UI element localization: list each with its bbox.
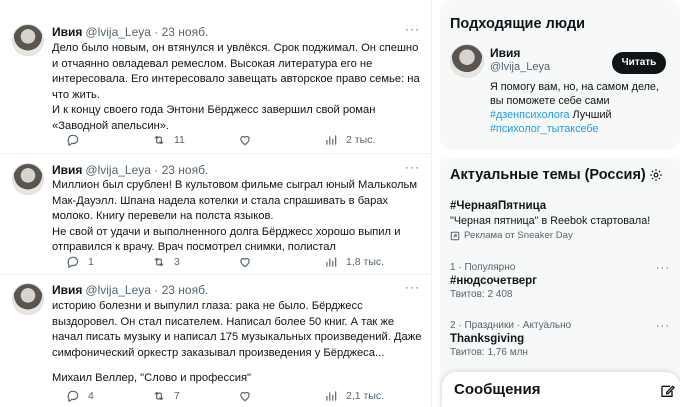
promoted-text: Реклама от Sneaker Day: [464, 230, 573, 241]
more-icon[interactable]: ···: [656, 262, 670, 274]
reply-icon: [66, 133, 80, 147]
more-icon[interactable]: ···: [405, 280, 420, 294]
user-handle[interactable]: @lvija_Leya: [490, 61, 550, 73]
avatar[interactable]: [12, 283, 44, 315]
author-handle-date[interactable]: @lvija_Leya · 23 нояб.: [85, 25, 208, 39]
views-button[interactable]: 1,8 тыс.: [324, 255, 410, 269]
tweet-actions: 11 2 тыс.: [66, 133, 410, 147]
trend-item[interactable]: 2 · Праздники · Актуально Thanksgiving Т…: [450, 320, 670, 358]
avatar[interactable]: [12, 163, 44, 195]
reply-count: 4: [88, 390, 94, 402]
trends-title: Актуальные темы (Россия): [450, 167, 646, 183]
views-icon: [324, 255, 338, 269]
views-icon: [324, 389, 338, 403]
tweet-header: Ивия @lvija_Leya · 23 нояб.: [52, 163, 208, 177]
tweet-paragraph: Не свой от удачи и выполненного долга Бё…: [52, 225, 401, 254]
like-button[interactable]: [238, 255, 324, 269]
user-bio: Я помогу вам, но, на самом деле, вы помо…: [490, 80, 670, 136]
retweet-icon: [152, 255, 166, 269]
hashtag-link[interactable]: #дзенпсихолога: [490, 109, 570, 121]
trend-item[interactable]: #ЧернаяПятница "Черная пятница" в Reebok…: [450, 198, 670, 241]
reply-button[interactable]: 1: [66, 255, 152, 269]
retweet-icon: [152, 389, 166, 403]
trend-count: Твитов: 1,76 млн: [450, 347, 528, 358]
bio-text: Я помогу вам, но, на самом деле, вы помо…: [490, 81, 659, 107]
reply-count: 1: [88, 256, 94, 268]
tweet-paragraph: [52, 361, 422, 371]
more-icon[interactable]: ···: [656, 320, 670, 332]
trend-meta: 1 · Популярно: [450, 262, 516, 273]
views-count: 2 тыс.: [346, 134, 376, 146]
tweet-actions: 4 7 2,1 тыс.: [66, 389, 410, 403]
trend-name: #ЧернаяПятница: [450, 200, 547, 212]
trend-name: Thanksgiving: [450, 333, 525, 345]
tweet[interactable]: Ивия @lvija_Leya · 23 нояб. ··· историю б…: [0, 275, 432, 407]
retweet-button[interactable]: 7: [152, 389, 238, 403]
promoted-label: Реклама от Sneaker Day: [450, 230, 670, 241]
retweet-button[interactable]: 3: [152, 255, 238, 269]
reply-button[interactable]: 4: [66, 389, 152, 403]
more-icon[interactable]: ···: [405, 160, 420, 174]
avatar[interactable]: [12, 24, 44, 56]
tweet-text: историю болезни и выпулил глаза: рака не…: [52, 299, 422, 387]
author-name[interactable]: Ивия: [52, 283, 82, 297]
tweet[interactable]: Ивия @lvija_Leya · 23 нояб. ··· Дело было…: [0, 0, 432, 154]
reply-button[interactable]: [66, 133, 152, 147]
tweet-actions: 1 3 1,8 тыс.: [66, 255, 410, 269]
like-icon: [238, 133, 252, 147]
trend-count: Твитов: 2 408: [450, 289, 513, 300]
trend-description: "Черная пятница" в Reebok стартовала!: [450, 215, 651, 227]
author-handle-date[interactable]: @lvija_Leya · 23 нояб.: [85, 283, 208, 297]
retweet-count: 3: [174, 256, 180, 268]
tweet[interactable]: Ивия @lvija_Leya · 23 нояб. ··· Миллион б…: [0, 154, 432, 275]
like-button[interactable]: [238, 133, 324, 147]
timeline: Ивия @lvija_Leya · 23 нояб. ··· Дело было…: [0, 0, 432, 407]
views-button[interactable]: 2 тыс.: [324, 133, 410, 147]
hashtag-link[interactable]: #психолог_тытаксебе: [490, 123, 598, 135]
tweet-text: Миллион был срублен! В культовом фильме …: [52, 178, 422, 256]
trend-item[interactable]: 1 · Популярно #нюдсочетверг Твитов: 2 40…: [450, 262, 670, 300]
tweet-text: Дело было новым, он втянулся и увлёкся. …: [52, 41, 422, 135]
tweet-paragraph: Миллион был срублен! В культовом фильме …: [52, 179, 418, 223]
author-name[interactable]: Ивия: [52, 25, 82, 39]
retweet-count: 7: [174, 390, 180, 402]
user-name[interactable]: Ивия: [490, 46, 520, 60]
bio-text: Лучший: [569, 109, 612, 121]
trend-meta: 2 · Праздники · Актуально: [450, 320, 572, 331]
views-count: 2,1 тыс.: [346, 390, 385, 402]
follow-button[interactable]: Читать: [612, 52, 666, 74]
retweet-icon: [152, 133, 166, 147]
trends-card: Актуальные темы (Россия) #ЧернаяПятница …: [440, 150, 680, 407]
views-count: 1,8 тыс.: [346, 256, 385, 268]
like-icon: [238, 389, 252, 403]
tweet-paragraph: историю болезни и выпулил глаза: рака не…: [52, 300, 422, 359]
promo-icon: [450, 231, 460, 240]
reply-icon: [66, 255, 80, 269]
author-name[interactable]: Ивия: [52, 163, 82, 177]
like-button[interactable]: [238, 389, 324, 403]
messages-drawer[interactable]: Сообщения: [442, 372, 680, 407]
more-icon[interactable]: ···: [405, 22, 420, 36]
like-icon: [238, 255, 252, 269]
tweet-paragraph: Михаил Веллер, "Слово и профессия": [52, 372, 251, 385]
reply-icon: [66, 389, 80, 403]
who-to-follow-card: Подходящие люди Ивия @lvija_Leya Читать …: [440, 0, 680, 150]
trend-name: #нюдсочетверг: [450, 275, 537, 287]
views-icon: [324, 133, 338, 147]
retweet-count: 11: [174, 134, 185, 146]
right-sidebar: Подходящие люди Ивия @lvija_Leya Читать …: [440, 0, 680, 407]
author-handle-date[interactable]: @lvija_Leya · 23 нояб.: [85, 163, 208, 177]
retweet-button[interactable]: 11: [152, 133, 238, 147]
tweet-paragraph: Дело было новым, он втянулся и увлёкся. …: [52, 42, 420, 101]
avatar[interactable]: [450, 44, 484, 78]
new-message-icon[interactable]: [660, 383, 676, 399]
tweet-header: Ивия @lvija_Leya · 23 нояб.: [52, 25, 208, 39]
views-button[interactable]: 2,1 тыс.: [324, 389, 410, 403]
messages-title: Сообщения: [454, 381, 541, 398]
gear-icon[interactable]: [649, 168, 663, 182]
who-to-follow-title: Подходящие люди: [450, 16, 586, 32]
tweet-paragraph: И к концу своего года Энтони Бёрджесс за…: [52, 104, 376, 132]
tweet-header: Ивия @lvija_Leya · 23 нояб.: [52, 283, 208, 297]
